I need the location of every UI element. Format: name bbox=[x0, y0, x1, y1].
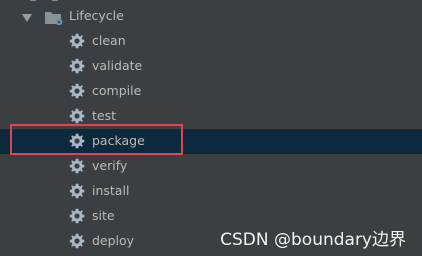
gear-icon bbox=[69, 233, 85, 249]
lifecycle-item-label: verify bbox=[92, 158, 128, 173]
gear-icon bbox=[69, 33, 85, 49]
gear-icon bbox=[69, 108, 85, 124]
lifecycle-item-label: package bbox=[92, 133, 145, 148]
gear-icon bbox=[69, 83, 85, 99]
scroll-hint-mark bbox=[52, 0, 58, 1]
gear-icon bbox=[69, 208, 85, 224]
watermark: CSDN @boundary边界 bbox=[220, 230, 406, 250]
lifecycle-item-validate[interactable]: validate bbox=[0, 54, 422, 79]
lifecycle-item-verify[interactable]: verify bbox=[0, 154, 422, 179]
lifecycle-item-label: install bbox=[92, 183, 130, 198]
lifecycle-item-label: site bbox=[92, 208, 115, 223]
lifecycle-item-label: compile bbox=[92, 83, 142, 98]
lifecycle-item-label: clean bbox=[92, 33, 126, 48]
folder-gear-icon bbox=[45, 12, 63, 25]
lifecycle-item-clean[interactable]: clean bbox=[0, 29, 422, 54]
lifecycle-item-install[interactable]: install bbox=[0, 179, 422, 204]
lifecycle-item-package[interactable]: package bbox=[0, 129, 422, 154]
lifecycle-item-label: test bbox=[92, 108, 117, 123]
lifecycle-item-test[interactable]: test bbox=[0, 104, 422, 129]
lifecycle-item-label: validate bbox=[92, 58, 143, 73]
scroll-hint-mark bbox=[30, 0, 36, 1]
tree-node-label: Lifecycle bbox=[69, 8, 124, 23]
gear-icon bbox=[69, 183, 85, 199]
maven-lifecycle-panel: Lifecycle clean validate compile test pa… bbox=[0, 0, 422, 256]
tree-node-lifecycle[interactable]: Lifecycle bbox=[0, 4, 422, 29]
gear-icon bbox=[69, 58, 85, 74]
lifecycle-item-label: deploy bbox=[92, 233, 135, 248]
gear-icon bbox=[69, 158, 85, 174]
lifecycle-item-compile[interactable]: compile bbox=[0, 79, 422, 104]
chevron-down-icon[interactable] bbox=[22, 14, 32, 22]
gear-icon bbox=[69, 133, 85, 149]
